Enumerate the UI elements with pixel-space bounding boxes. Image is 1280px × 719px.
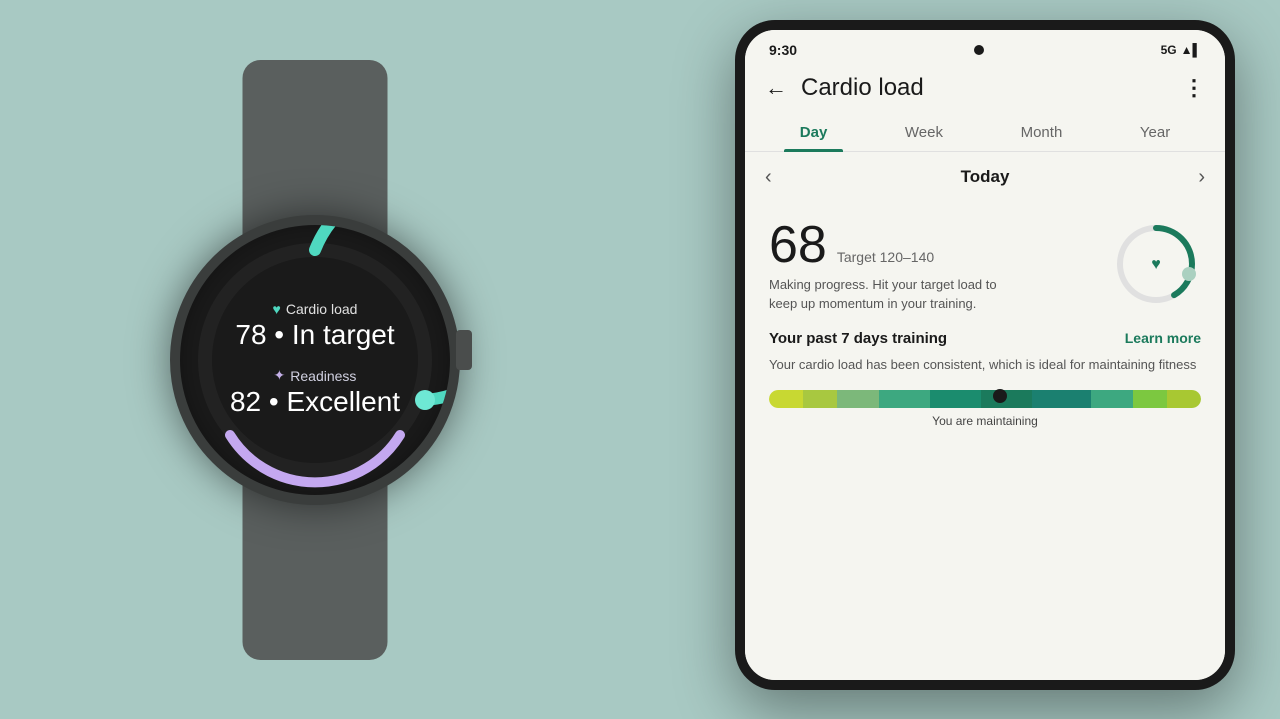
svg-text:♥: ♥ — [1151, 256, 1161, 273]
tab-week[interactable]: Week — [889, 114, 959, 151]
watch-body: ♥ Cardio load 78 • In target ✦ Readiness… — [170, 215, 460, 505]
bar-seg-3 — [837, 390, 879, 408]
more-menu-button[interactable]: ⋮ — [1183, 75, 1205, 101]
status-bar: 9:30 5G ▲▌ — [745, 30, 1225, 66]
metric-description: Making progress. Hit your target load to… — [769, 275, 1009, 314]
signal-bars: ▲▌ — [1181, 43, 1201, 57]
bar-seg-8 — [1091, 390, 1133, 408]
progress-bar-track — [769, 390, 1201, 408]
status-time: 9:30 — [769, 42, 797, 58]
bar-seg-10 — [1167, 390, 1201, 408]
bar-seg-9 — [1133, 390, 1167, 408]
signal-text: 5G — [1161, 43, 1177, 57]
progress-dot — [993, 389, 1007, 403]
watch-crown — [456, 330, 472, 370]
tab-month[interactable]: Month — [1005, 114, 1079, 151]
app-header: ← Cardio load ⋮ — [745, 66, 1225, 114]
status-icons: 5G ▲▌ — [1161, 43, 1201, 57]
watch-screen: ♥ Cardio load 78 • In target ✦ Readiness… — [180, 225, 450, 495]
circular-progress-svg: ♥ — [1111, 219, 1201, 309]
watch-text-content: ♥ Cardio load 78 • In target ✦ Readiness… — [230, 301, 400, 418]
header-left: ← Cardio load — [765, 74, 924, 102]
metric-value: 68 — [769, 219, 827, 271]
tab-week-label: Week — [905, 124, 943, 141]
tab-year[interactable]: Year — [1124, 114, 1186, 151]
watch-cardio-value: 78 • In target — [230, 319, 400, 351]
metric-row: 68 Target 120–140 Making progress. Hit y… — [769, 219, 1201, 314]
watch-readiness-value: 82 • Excellent — [230, 386, 400, 418]
watch-heart-icon: ♥ — [273, 301, 281, 317]
tab-month-label: Month — [1021, 124, 1063, 141]
tab-day[interactable]: Day — [784, 114, 844, 151]
bar-seg-4 — [879, 390, 930, 408]
content-area: 68 Target 120–140 Making progress. Hit y… — [745, 203, 1225, 445]
progress-indicator — [991, 387, 1009, 411]
tabs-container: Day Week Month Year — [745, 114, 1225, 152]
metric-number-row: 68 Target 120–140 — [769, 219, 1111, 271]
bar-seg-5 — [930, 390, 981, 408]
watch-run-icon: ✦ — [274, 367, 286, 384]
phone-screen: 9:30 5G ▲▌ ← Cardio load ⋮ — [745, 30, 1225, 680]
metric-target: Target 120–140 — [837, 249, 934, 265]
learn-more-link[interactable]: Learn more — [1125, 330, 1201, 346]
watch-container: ♥ Cardio load 78 • In target ✦ Readiness… — [25, 60, 605, 660]
watch-cardio-label: ♥ Cardio load — [230, 301, 400, 317]
phone-body: 9:30 5G ▲▌ ← Cardio load ⋮ — [735, 20, 1235, 690]
section-description: Your cardio load has been consistent, wh… — [769, 355, 1201, 375]
bar-seg-7 — [1032, 390, 1091, 408]
bar-seg-2 — [803, 390, 837, 408]
progress-bar-container: You are maintaining — [769, 390, 1201, 428]
phone-container: 9:30 5G ▲▌ ← Cardio load ⋮ — [735, 20, 1255, 700]
circular-progress: ♥ — [1111, 219, 1201, 309]
date-nav: ‹ Today › — [745, 152, 1225, 203]
tab-year-label: Year — [1140, 124, 1170, 141]
current-date-label: Today — [961, 167, 1010, 187]
section-header: Your past 7 days training Learn more — [769, 330, 1201, 347]
section-title: Your past 7 days training — [769, 330, 947, 347]
watch-cardio-label-text: Cardio load — [286, 301, 358, 317]
tab-day-label: Day — [800, 124, 828, 141]
back-button[interactable]: ← — [765, 75, 787, 101]
watch-readiness-label-text: Readiness — [290, 368, 356, 384]
bar-seg-1 — [769, 390, 803, 408]
page-title: Cardio load — [801, 74, 924, 102]
progress-bar-label: You are maintaining — [769, 414, 1201, 428]
metric-left: 68 Target 120–140 Making progress. Hit y… — [769, 219, 1111, 314]
prev-date-button[interactable]: ‹ — [765, 166, 772, 189]
next-date-button[interactable]: › — [1198, 166, 1205, 189]
watch-readiness-label: ✦ Readiness — [230, 367, 400, 384]
status-camera — [974, 45, 984, 55]
scene: ♥ Cardio load 78 • In target ✦ Readiness… — [0, 0, 1280, 719]
